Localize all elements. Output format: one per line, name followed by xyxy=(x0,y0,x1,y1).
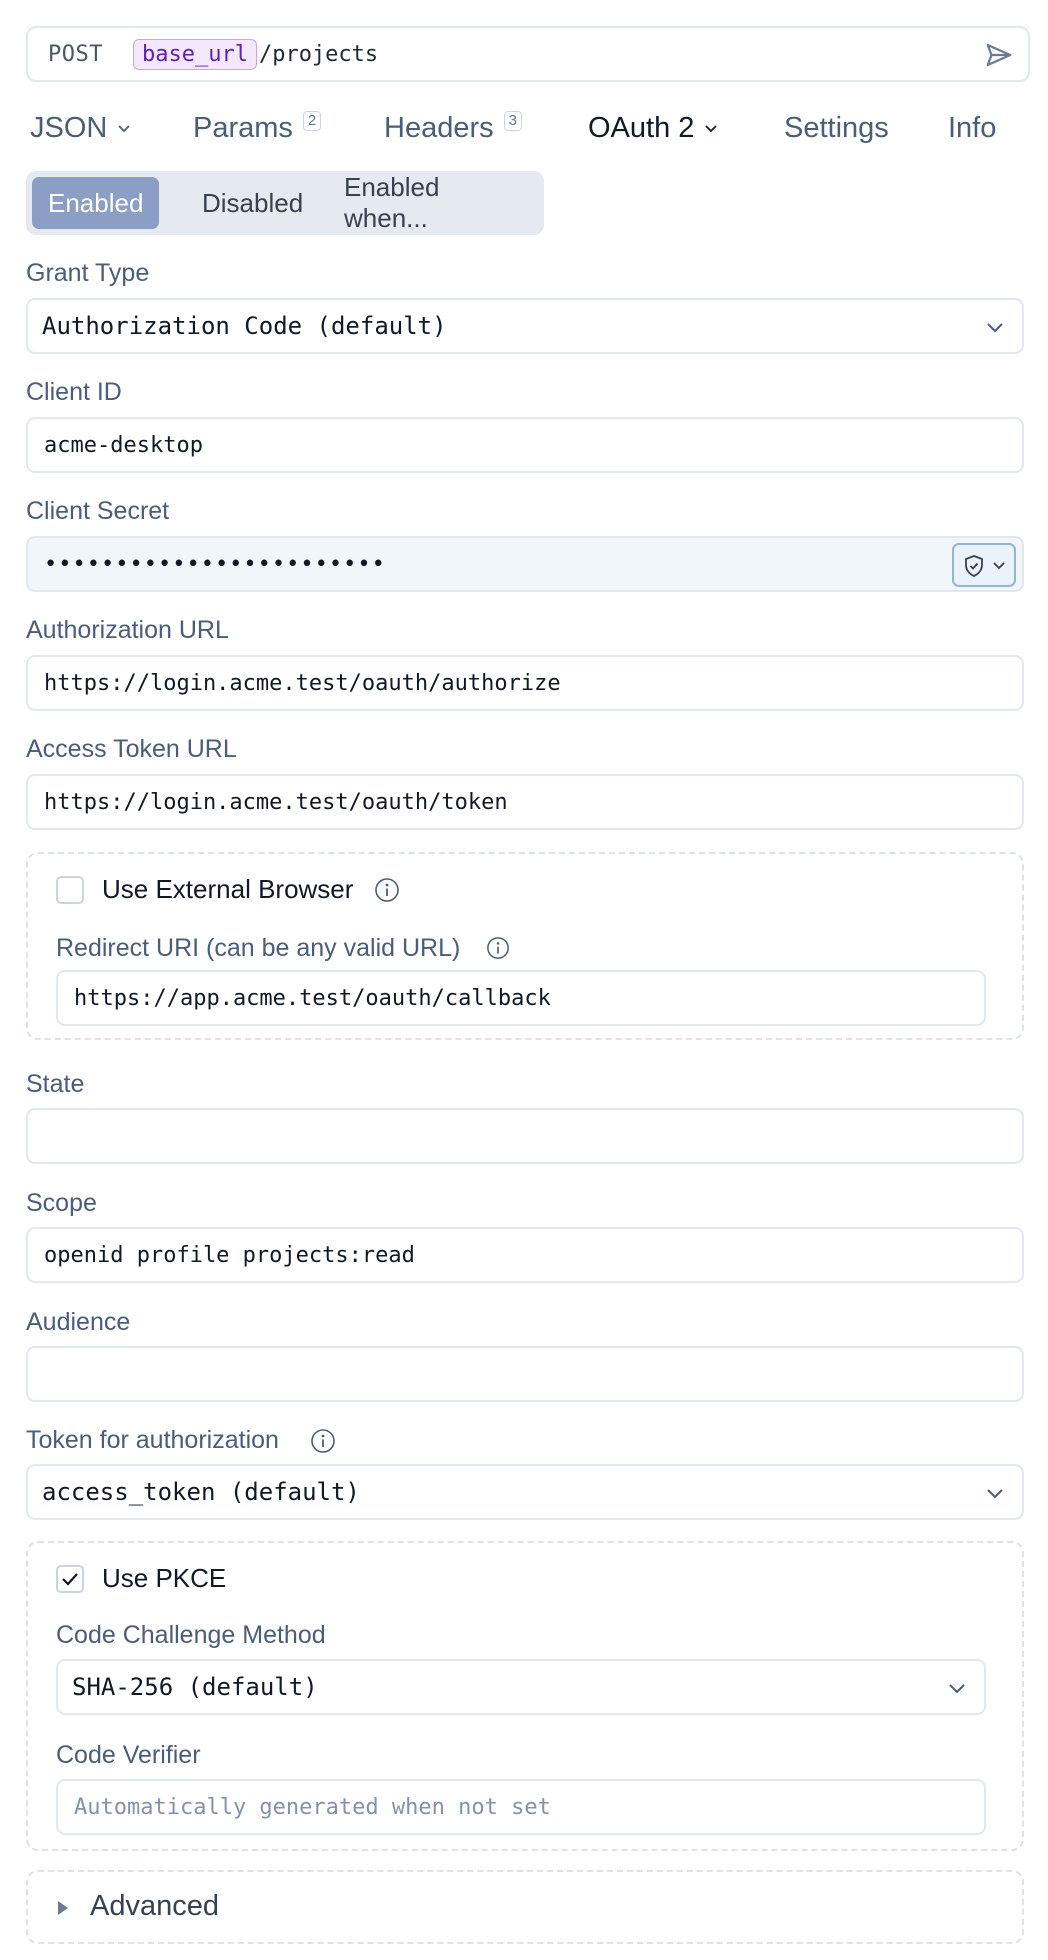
grant-type-select[interactable]: Authorization Code (default) xyxy=(26,298,1024,354)
use-external-browser-checkbox[interactable] xyxy=(56,876,84,904)
segment-enabled[interactable]: Enabled xyxy=(32,177,160,229)
enabled-segmented-control: Enabled Disabled Enabled when... xyxy=(26,171,544,235)
client-secret-masked-value: •••••••••••••••••••••••• xyxy=(44,551,386,577)
tab-label: Settings xyxy=(784,111,889,144)
chevron-down-icon xyxy=(118,125,130,133)
tab-label: OAuth 2 xyxy=(588,111,695,144)
info-icon[interactable] xyxy=(486,936,510,960)
token-for-authorization-label: Token for authorization xyxy=(26,1426,279,1455)
tab-settings[interactable]: Settings xyxy=(784,106,889,150)
state-input[interactable] xyxy=(26,1108,1024,1164)
redirect-uri-input[interactable]: https://app.acme.test/oauth/callback xyxy=(56,970,986,1026)
chevron-down-icon xyxy=(949,1684,965,1694)
shield-icon xyxy=(965,555,983,577)
url-variable-chip[interactable]: base_url xyxy=(132,38,257,70)
code-challenge-method-select[interactable]: SHA-256 (default) xyxy=(56,1659,986,1715)
code-verifier-placeholder: Automatically generated when not set xyxy=(74,1794,551,1820)
use-pkce-checkbox[interactable] xyxy=(56,1565,84,1593)
authorization-url-label: Authorization URL xyxy=(26,616,229,644)
triangle-right-icon xyxy=(58,1901,68,1915)
code-challenge-method-label: Code Challenge Method xyxy=(56,1621,326,1649)
secret-storage-button[interactable] xyxy=(952,543,1016,587)
tab-params[interactable]: Params 2 xyxy=(193,106,322,150)
client-secret-input[interactable]: •••••••••••••••••••••••• xyxy=(26,536,1024,592)
tab-body-type[interactable]: JSON xyxy=(30,106,131,150)
token-for-authorization-value: access_token (default) xyxy=(42,1478,360,1506)
request-tabs: JSON Params 2 Headers 3 OAuth 2 Settings… xyxy=(30,106,1030,150)
client-id-input[interactable]: acme-desktop xyxy=(26,417,1024,473)
url-path[interactable]: /projects xyxy=(259,42,378,67)
redirect-uri-label: Redirect URI (can be any valid URL) xyxy=(56,934,461,962)
count-badge: 3 xyxy=(503,111,522,131)
scope-input[interactable]: openid profile projects:read xyxy=(26,1227,1024,1283)
info-icon[interactable] xyxy=(374,877,400,903)
count-badge: 2 xyxy=(302,111,322,131)
scope-label: Scope xyxy=(26,1189,97,1217)
tab-headers[interactable]: Headers 3 xyxy=(384,106,522,150)
grant-type-label: Grant Type xyxy=(26,259,150,287)
chevron-down-icon xyxy=(705,125,718,133)
access-token-url-label: Access Token URL xyxy=(26,735,237,763)
tab-label: Headers xyxy=(384,111,494,144)
advanced-section[interactable]: Advanced xyxy=(26,1870,1024,1944)
tab-label: JSON xyxy=(30,111,108,144)
http-method[interactable]: POST xyxy=(48,42,103,67)
tab-label: Params xyxy=(193,111,293,144)
checkmark-icon xyxy=(62,1573,78,1586)
pkce-section: Use PKCE Code Challenge Method SHA-256 (… xyxy=(26,1541,1024,1851)
url-bar[interactable]: POST base_url /projects xyxy=(26,26,1030,82)
tab-auth[interactable]: OAuth 2 xyxy=(588,106,718,150)
info-icon[interactable] xyxy=(310,1428,336,1454)
tab-label: Info xyxy=(948,111,997,144)
send-icon[interactable] xyxy=(984,40,1014,70)
use-external-browser-label: Use External Browser xyxy=(102,874,354,904)
authorization-url-input[interactable]: https://login.acme.test/oauth/authorize xyxy=(26,655,1024,711)
token-for-authorization-select[interactable]: access_token (default) xyxy=(26,1464,1024,1520)
tab-info[interactable]: Info xyxy=(948,106,996,150)
code-verifier-label: Code Verifier xyxy=(56,1741,201,1769)
segment-enabled-when[interactable]: Enabled when... xyxy=(328,172,544,233)
chevron-down-icon xyxy=(987,1489,1003,1499)
access-token-url-input[interactable]: https://login.acme.test/oauth/token xyxy=(26,774,1024,830)
code-challenge-method-value: SHA-256 (default) xyxy=(72,1673,318,1701)
external-browser-section: Use External Browser Redirect URI (can b… xyxy=(26,852,1024,1040)
chevron-down-icon xyxy=(993,562,1005,570)
use-pkce-label: Use PKCE xyxy=(102,1563,227,1593)
grant-type-value: Authorization Code (default) xyxy=(42,312,447,340)
audience-label: Audience xyxy=(26,1308,131,1336)
token-for-authorization-text: Token for authorization xyxy=(26,1426,279,1454)
code-verifier-input[interactable]: Automatically generated when not set xyxy=(56,1779,986,1835)
chevron-down-icon xyxy=(987,323,1003,333)
segment-disabled[interactable]: Disabled xyxy=(186,177,319,229)
client-id-label: Client ID xyxy=(26,378,122,406)
client-secret-label: Client Secret xyxy=(26,497,170,525)
audience-input[interactable] xyxy=(26,1346,1024,1402)
advanced-label: Advanced xyxy=(90,1890,219,1922)
state-label: State xyxy=(26,1070,85,1098)
